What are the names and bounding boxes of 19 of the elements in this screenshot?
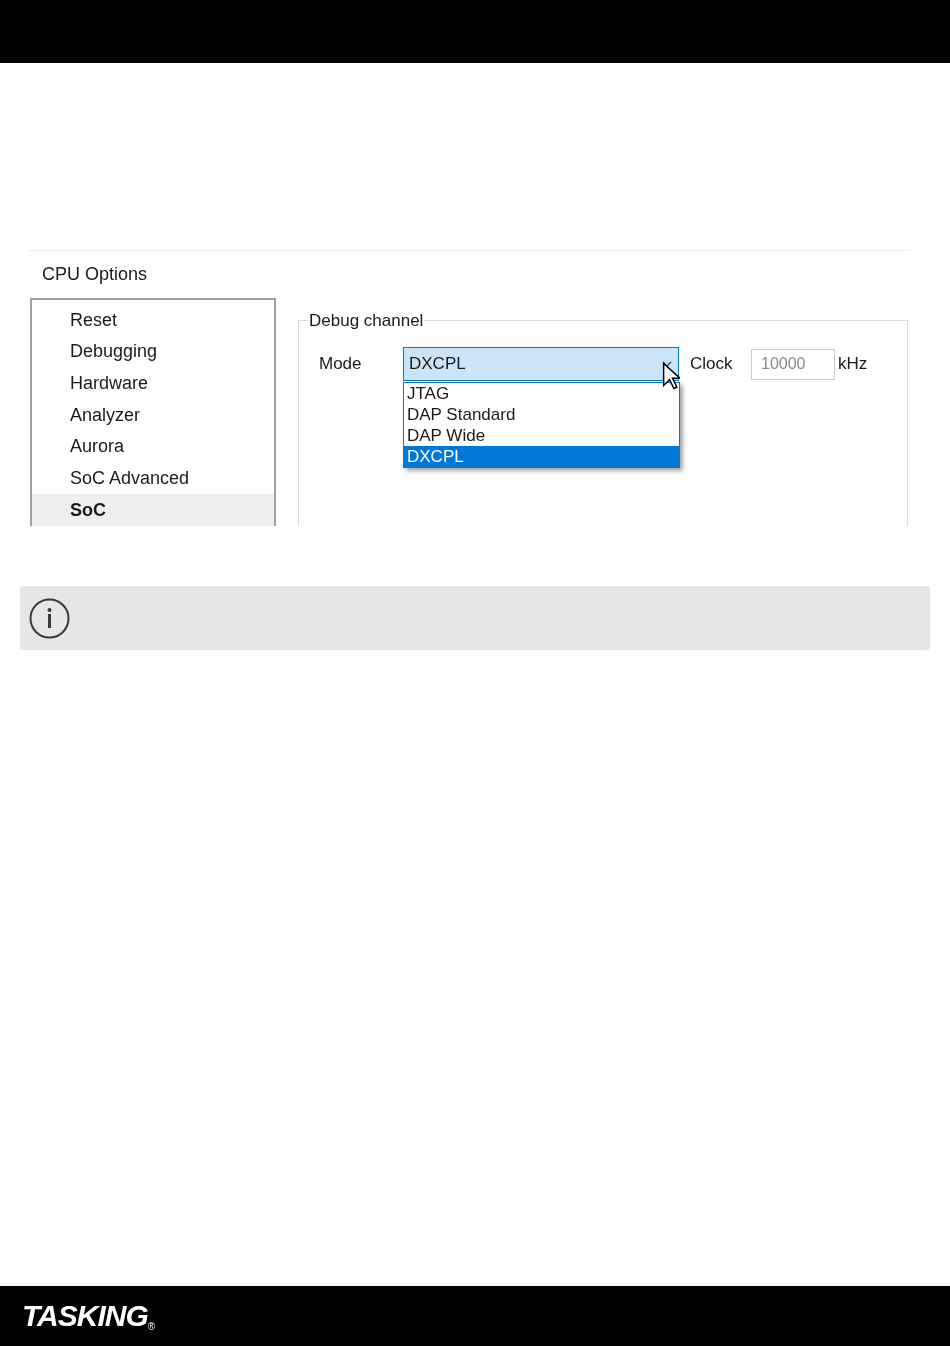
category-item[interactable]: Analyzer bbox=[32, 399, 274, 431]
dropdown-option[interactable]: DXCPL bbox=[404, 446, 679, 468]
category-item[interactable]: Hardware bbox=[32, 367, 274, 400]
mode-label: Mode bbox=[319, 353, 363, 376]
dropdown-option[interactable]: DAP Wide bbox=[404, 425, 679, 447]
dropdown-option[interactable]: DAP Standard bbox=[404, 404, 679, 426]
category-item[interactable]: SoC bbox=[32, 494, 274, 526]
category-item[interactable]: SoC Advanced bbox=[32, 462, 274, 495]
dialog-title: CPU Options bbox=[42, 263, 148, 287]
info-icon bbox=[29, 597, 70, 639]
registered-mark: ® bbox=[147, 1321, 156, 1334]
category-item[interactable]: Aurora bbox=[32, 430, 274, 463]
category-item[interactable]: Reset bbox=[32, 304, 274, 336]
clock-label: Clock bbox=[690, 353, 734, 376]
mode-dropdown[interactable]: DXCPL bbox=[403, 347, 679, 382]
dropdown-option[interactable]: JTAG bbox=[404, 383, 679, 405]
brand-logo: TASKING bbox=[22, 1301, 148, 1331]
category-item[interactable]: Debugging bbox=[32, 335, 274, 368]
clock-unit: kHz bbox=[838, 353, 868, 376]
